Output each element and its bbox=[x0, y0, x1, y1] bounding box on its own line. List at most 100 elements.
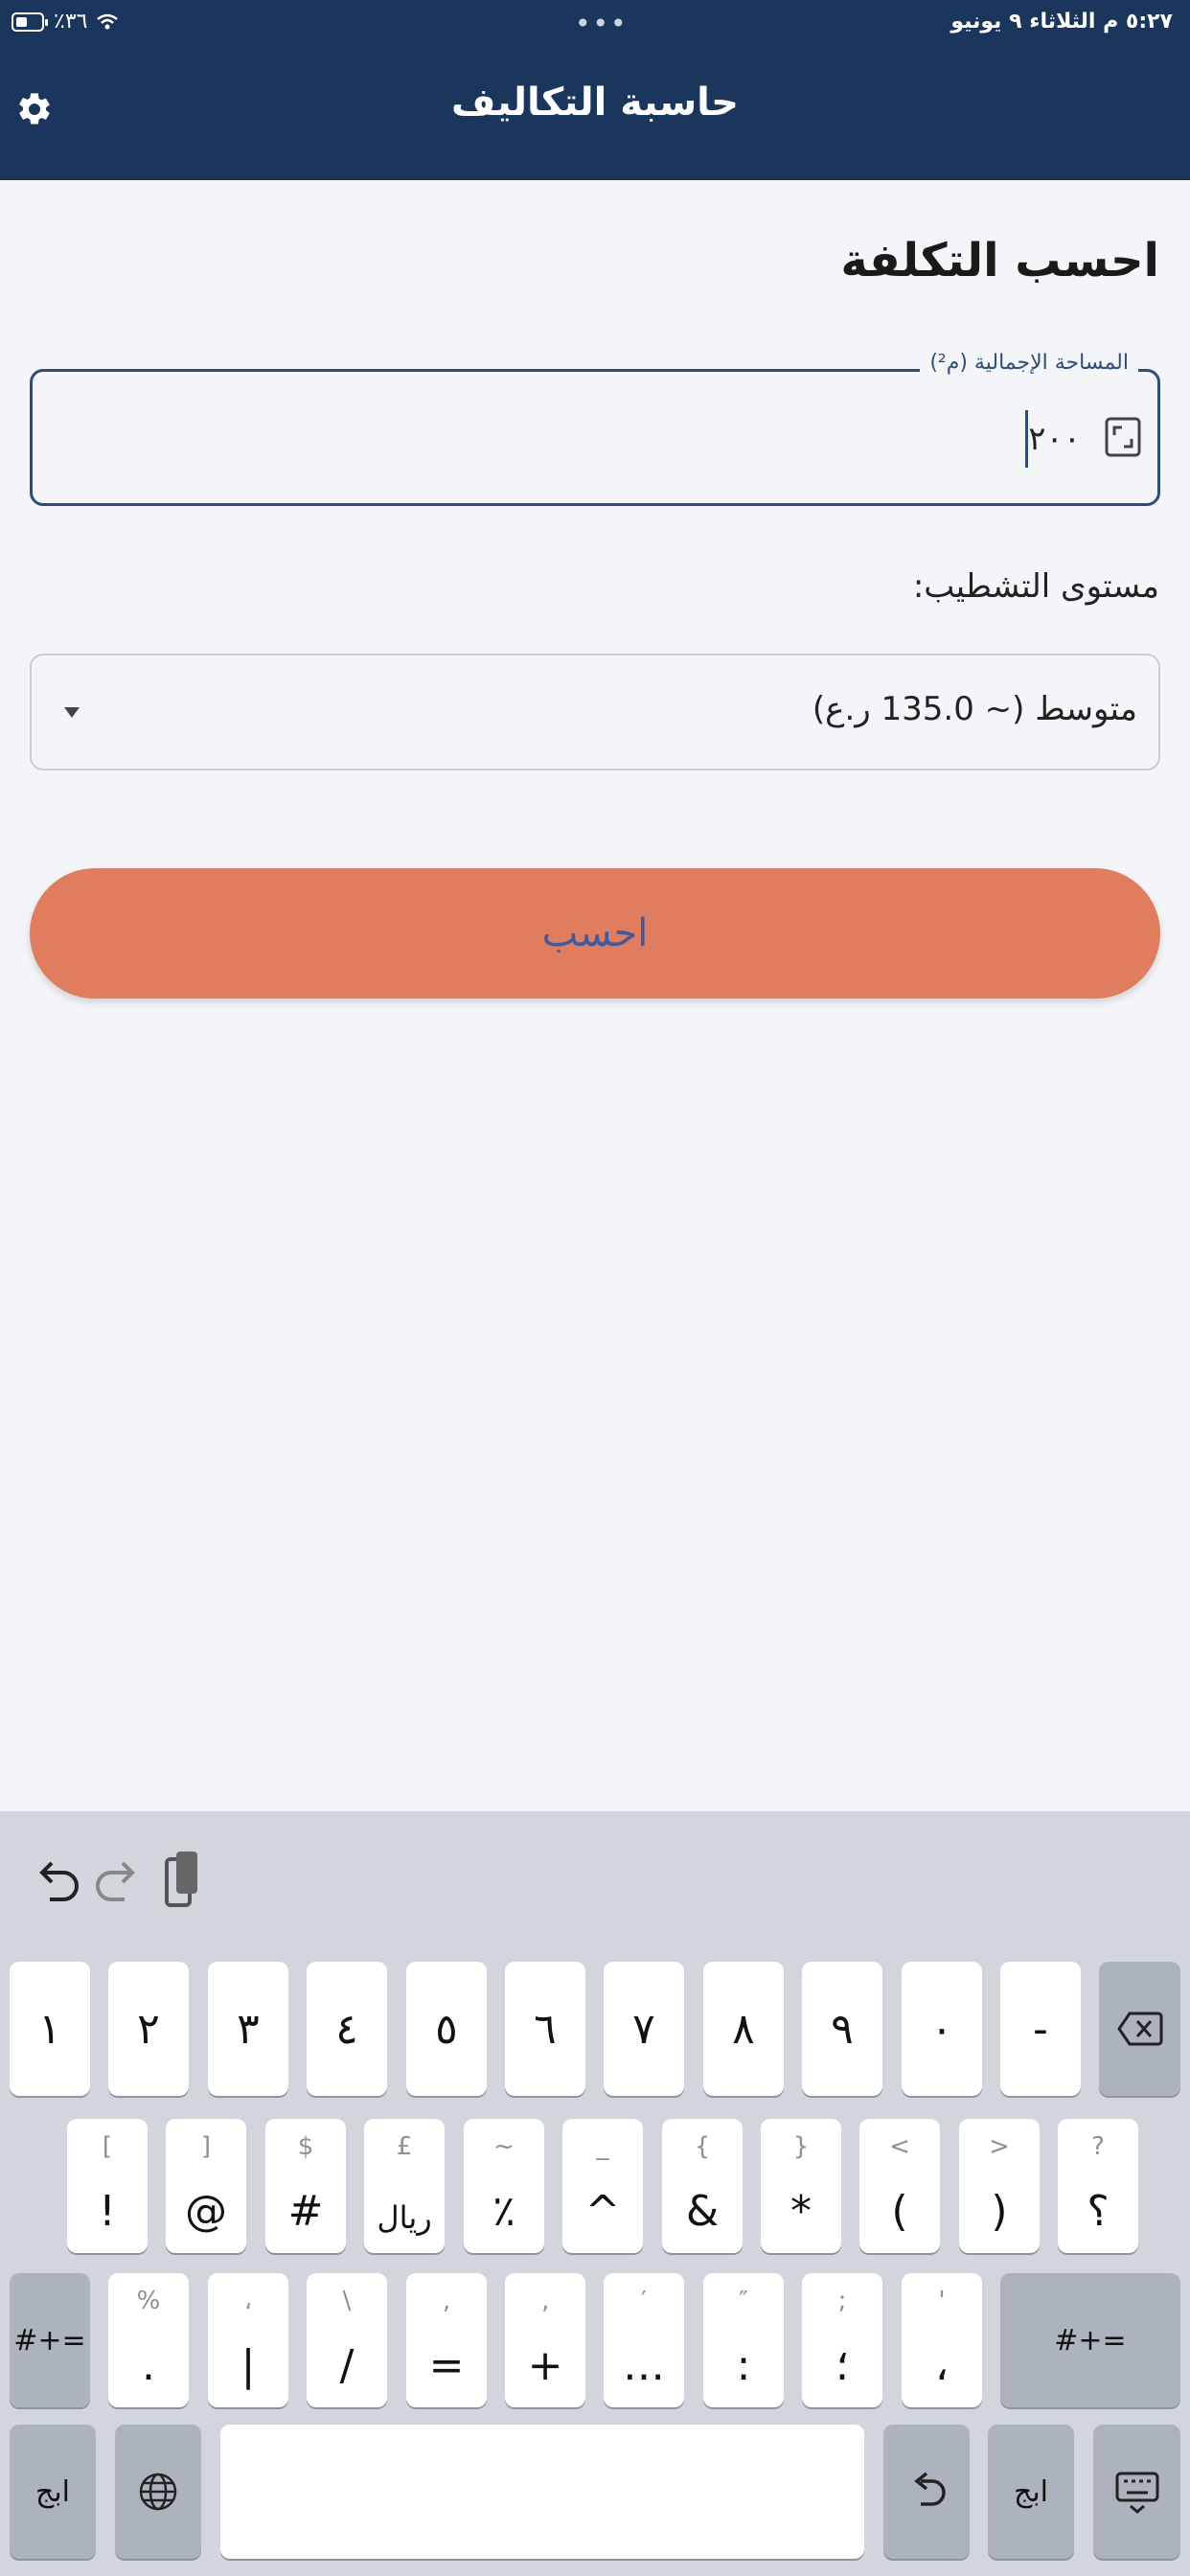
key-colon[interactable]: ″: bbox=[703, 2273, 784, 2407]
key-main: ( bbox=[891, 2187, 908, 2236]
key-sub: ، bbox=[243, 2287, 253, 2315]
key-sub: ? bbox=[1091, 2132, 1105, 2161]
key-6[interactable]: ٦ bbox=[505, 1962, 585, 2096]
key-sub: } bbox=[792, 2132, 810, 2161]
key-main: | bbox=[240, 2341, 256, 2390]
symbols-key-right[interactable]: #+= bbox=[1000, 2273, 1180, 2407]
key-7[interactable]: ٧ bbox=[604, 1962, 684, 2096]
key-semicolon[interactable]: ; ؛ bbox=[802, 2273, 882, 2407]
paste-icon[interactable] bbox=[153, 1844, 211, 1920]
key-plus[interactable]: ‚ + bbox=[505, 2273, 585, 2407]
key-asterisk[interactable]: } * bbox=[761, 2119, 841, 2253]
key-sub: ‚ bbox=[540, 2287, 550, 2315]
key-ampersand[interactable]: {& bbox=[662, 2119, 743, 2253]
key-sub: > bbox=[989, 2132, 1010, 2161]
return-key[interactable] bbox=[883, 2425, 970, 2559]
key-minus[interactable]: - bbox=[1000, 1962, 1081, 2096]
key-caret[interactable]: _ ^ bbox=[562, 2119, 643, 2253]
key-2[interactable]: ٢ bbox=[108, 1962, 189, 2096]
key-5[interactable]: ٥ bbox=[406, 1962, 487, 2096]
key-period[interactable]: %. bbox=[108, 2273, 189, 2407]
key-main: # bbox=[287, 2187, 324, 2236]
keyboard: ١ ٢ ٣ ٤ ٥ ٦ ٧ ٨ ٩ ٠ - [! ] @ $ # £ ريال ~ ٪ … bbox=[0, 1811, 1190, 2576]
key-slash[interactable]: \ / bbox=[307, 2273, 387, 2407]
area-input[interactable]: المساحة الإجمالية (م²) ٢٠٠ bbox=[30, 351, 1160, 506]
key-sub: ″ bbox=[739, 2287, 748, 2315]
abc-key-left[interactable]: ابج bbox=[10, 2425, 96, 2559]
abc-key-right[interactable]: ابج bbox=[988, 2425, 1074, 2559]
key-main: / bbox=[339, 2341, 355, 2390]
key-main: ؛ bbox=[835, 2341, 849, 2390]
area-field-label: المساحة الإجمالية (م²) bbox=[920, 351, 1138, 375]
key-sub: , bbox=[442, 2287, 451, 2315]
key-3[interactable]: ٣ bbox=[208, 1962, 288, 2096]
area-value: ٢٠٠ bbox=[1019, 410, 1081, 468]
area-expand-icon bbox=[1105, 417, 1141, 457]
key-pipe[interactable]: ، | bbox=[208, 2273, 288, 2407]
status-left: ٪٣٦ bbox=[11, 10, 119, 34]
section-title: احسب التكلفة bbox=[840, 234, 1159, 288]
key-sub: [ bbox=[102, 2132, 113, 2161]
key-paren-open[interactable]: <( bbox=[859, 2119, 940, 2253]
key-sub: $ bbox=[297, 2132, 314, 2161]
return-icon bbox=[914, 2472, 946, 2506]
calculate-button[interactable]: احسب bbox=[30, 868, 1160, 999]
key-main: ^ bbox=[584, 2187, 621, 2236]
key-1[interactable]: ١ bbox=[10, 1962, 90, 2096]
key-comma[interactable]: ' ، bbox=[902, 2273, 982, 2407]
key-sub: ' bbox=[938, 2287, 946, 2315]
key-at[interactable]: ] @ bbox=[166, 2119, 246, 2253]
key-sub: \ bbox=[342, 2287, 352, 2315]
space-key[interactable] bbox=[220, 2425, 864, 2559]
key-sub: _ bbox=[596, 2132, 609, 2161]
undo-icon[interactable] bbox=[27, 1844, 84, 1920]
backspace-key[interactable] bbox=[1099, 1962, 1180, 2096]
key-main: = bbox=[428, 2341, 465, 2390]
keyboard-dismiss-icon bbox=[1115, 2472, 1158, 2514]
globe-icon bbox=[139, 2472, 177, 2511]
key-hash[interactable]: $ # bbox=[265, 2119, 346, 2253]
key-riyal[interactable]: £ ريال bbox=[364, 2119, 445, 2253]
key-main: + bbox=[527, 2341, 563, 2390]
key-9[interactable]: ٩ bbox=[802, 1962, 882, 2096]
key-sub: ; bbox=[837, 2287, 847, 2315]
key-paren-close[interactable]: >) bbox=[959, 2119, 1040, 2253]
key-equals[interactable]: , = bbox=[406, 2273, 487, 2407]
key-main: : bbox=[736, 2341, 751, 2390]
multitask-dots-icon[interactable]: ••• bbox=[575, 8, 629, 39]
key-ellipsis[interactable]: ′… bbox=[604, 2273, 684, 2407]
key-percent[interactable]: ~ ٪ bbox=[464, 2119, 544, 2253]
dismiss-keyboard-key[interactable] bbox=[1093, 2425, 1180, 2559]
page-title: حاسبة التكاليف bbox=[450, 80, 740, 125]
key-0[interactable]: ٠ bbox=[902, 1962, 982, 2096]
key-main: ) bbox=[991, 2187, 1008, 2236]
status-time-date: ٥:٢٧ م الثلاثاء ٩ يونيو bbox=[950, 10, 1173, 34]
key-main: * bbox=[790, 2187, 812, 2236]
key-8[interactable]: ٨ bbox=[703, 1962, 784, 2096]
finish-level-select[interactable]: متوسط (~ 135.0 ر.ع) bbox=[30, 654, 1160, 770]
key-main: ؟ bbox=[1087, 2187, 1110, 2236]
key-main: ! bbox=[99, 2187, 116, 2236]
area-value-text: ٢٠٠ bbox=[1028, 420, 1081, 458]
key-question[interactable]: ? ؟ bbox=[1058, 2119, 1138, 2253]
key-sub: ′ bbox=[641, 2287, 647, 2315]
gear-icon[interactable] bbox=[15, 90, 54, 128]
key-4[interactable]: ٤ bbox=[307, 1962, 387, 2096]
app-header: ٪٣٦ ••• ٥:٢٧ م الثلاثاء ٩ يونيو حاسبة ال… bbox=[0, 0, 1190, 180]
battery-icon bbox=[11, 12, 48, 32]
wifi-icon bbox=[97, 13, 119, 29]
key-sub: ~ bbox=[493, 2132, 515, 2161]
backspace-icon bbox=[1116, 2012, 1162, 2046]
key-main: ٪ bbox=[492, 2187, 515, 2236]
key-exclamation[interactable]: [! bbox=[67, 2119, 148, 2253]
redo-icon[interactable] bbox=[90, 1844, 148, 1920]
symbols-key-left[interactable]: #+= bbox=[10, 2273, 90, 2407]
text-caret bbox=[1025, 410, 1029, 468]
key-main: . bbox=[142, 2341, 155, 2390]
key-main: ريال bbox=[377, 2199, 432, 2236]
key-sub: £ bbox=[396, 2132, 413, 2161]
key-sub: % bbox=[136, 2287, 161, 2315]
globe-key[interactable] bbox=[115, 2425, 201, 2559]
chevron-down-icon bbox=[64, 707, 80, 718]
battery-percent: ٪٣٦ bbox=[54, 10, 88, 34]
